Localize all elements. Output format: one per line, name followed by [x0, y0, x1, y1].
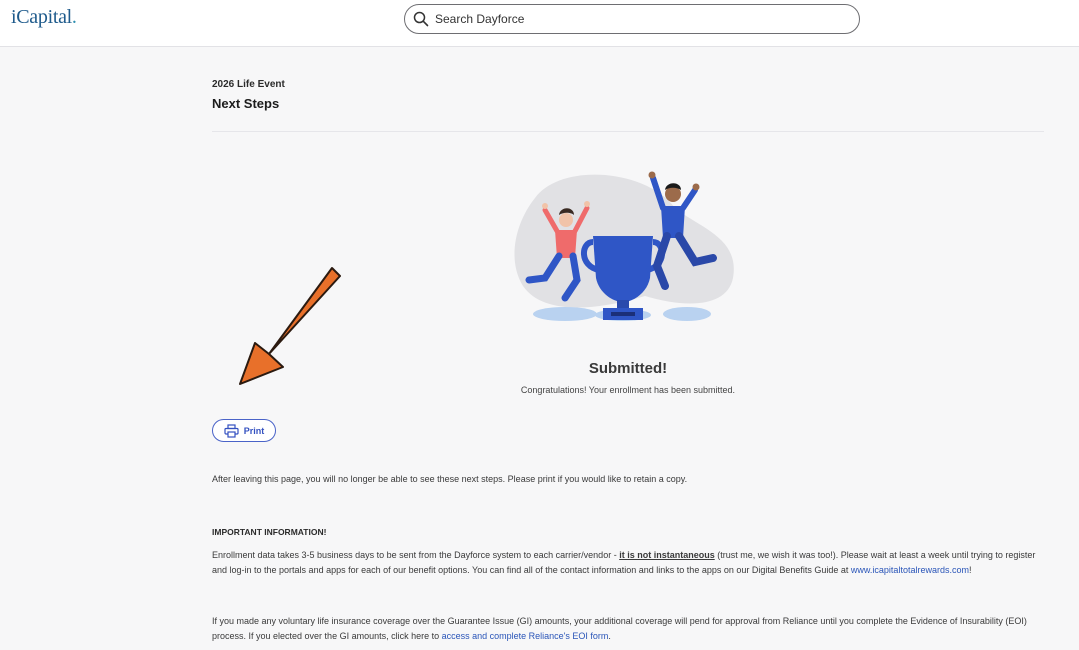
header-divider	[212, 131, 1044, 132]
annotation-arrow	[239, 267, 341, 385]
icapital-logo[interactable]: iCapital.	[11, 6, 77, 29]
page-title: Next Steps	[212, 96, 280, 111]
search-icon	[413, 11, 429, 27]
celebration-trophy-illustration	[514, 171, 734, 321]
main-content: 2026 Life Event Next Steps Submitted! Co…	[0, 48, 1079, 650]
print-button[interactable]: Print	[212, 419, 276, 442]
top-bar: iCapital.	[0, 0, 1079, 47]
printer-icon	[224, 423, 239, 438]
important-heading: IMPORTANT INFORMATION!	[212, 527, 327, 537]
eoi-form-link[interactable]: access and complete Reliance's EOI form	[442, 631, 609, 641]
logo-dot: .	[71, 6, 77, 28]
search-box[interactable]	[404, 4, 860, 34]
print-button-label: Print	[243, 425, 265, 436]
total-rewards-link[interactable]: www.icapitaltotalrewards.com	[851, 565, 969, 575]
life-event-label: 2026 Life Event	[212, 79, 285, 90]
search-input[interactable]	[435, 12, 835, 26]
important-paragraph-2: If you made any voluntary life insurance…	[212, 616, 1027, 641]
not-instantaneous-emphasis: it is not instantaneous	[619, 550, 715, 560]
logo-text: iCapital	[11, 6, 72, 28]
retain-copy-note: After leaving this page, you will no lon…	[212, 474, 688, 484]
important-paragraph-1: Enrollment data takes 3-5 business days …	[212, 550, 1036, 575]
